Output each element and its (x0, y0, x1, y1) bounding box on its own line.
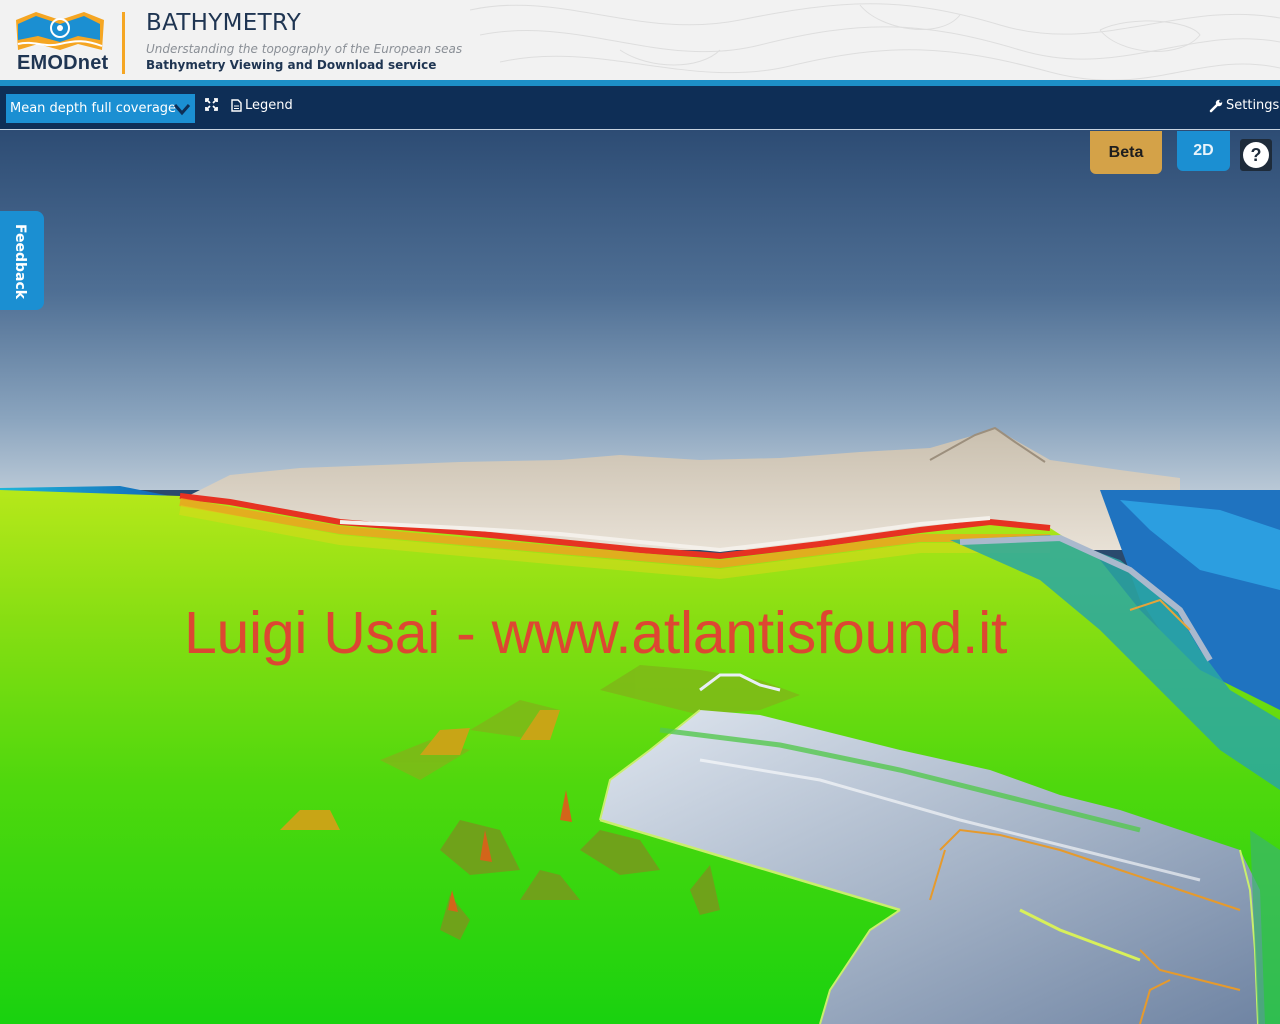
legend-label: Legend (245, 98, 293, 113)
watermark-text: Luigi Usai - www.atlantisfound.it (184, 600, 1008, 666)
service-name: Bathymetry Viewing and Download service (146, 58, 437, 72)
map-toolbar: Mean depth full coverage Legend Settings (0, 86, 1280, 130)
header-divider (122, 12, 125, 74)
layer-select[interactable]: Mean depth full coverage (6, 94, 195, 123)
help-button[interactable]: ? (1240, 139, 1272, 171)
expand-icon (205, 98, 218, 111)
emodnet-logo[interactable]: EMODnet (14, 10, 108, 76)
map-viewer[interactable]: Luigi Usai - www.atlantisfound.it (0, 130, 1280, 1024)
bathymetry-3d-scene (0, 130, 1280, 1024)
fullscreen-button[interactable] (205, 98, 218, 111)
legend-button[interactable]: Legend (231, 98, 293, 113)
feedback-tab[interactable]: Feedback (0, 211, 44, 310)
chevron-down-icon (173, 104, 191, 116)
beta-button[interactable]: Beta (1090, 131, 1162, 174)
settings-button[interactable]: Settings (1209, 98, 1279, 113)
help-label: ? (1251, 145, 1262, 165)
feedback-label: Feedback (12, 224, 28, 300)
view-2d-button[interactable]: 2D (1177, 131, 1230, 171)
document-icon (231, 99, 242, 112)
help-icon: ? (1240, 139, 1272, 171)
page-subtitle: Understanding the topography of the Euro… (146, 42, 463, 56)
wrench-icon (1209, 99, 1223, 112)
page-title: BATHYMETRY (146, 10, 302, 36)
app-header: EMODnet BATHYMETRY Understanding the top… (0, 0, 1280, 80)
logo-emblem-icon (16, 12, 104, 50)
settings-label: Settings (1226, 98, 1280, 113)
logo-text: EMODnet (17, 52, 109, 74)
layer-select-value: Mean depth full coverage (10, 101, 177, 116)
